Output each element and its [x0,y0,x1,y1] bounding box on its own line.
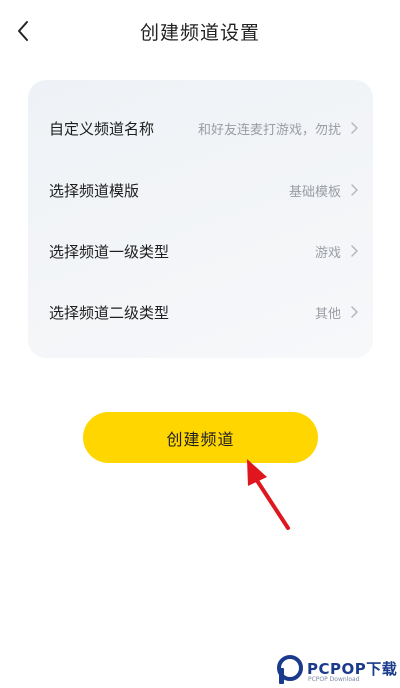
top-bar: 创建频道设置 [0,0,400,62]
row-label: 选择频道模版 [49,181,140,200]
row-secondary-type[interactable]: 选择频道二级类型 其他 [28,281,373,343]
row-value: 和好友连麦打游戏，勿扰 [197,122,341,138]
settings-card: 自定义频道名称 和好友连麦打游戏，勿扰 选择频道模版 基础模板 选择频道一级类型… [28,80,373,358]
create-channel-label: 创建频道 [166,429,235,449]
row-label: 选择频道二级类型 [49,303,170,322]
row-channel-template[interactable]: 选择频道模版 基础模板 [28,159,373,221]
red-arrow-icon [247,459,290,530]
page-title: 创建频道设置 [139,22,260,44]
row-channel-name[interactable]: 自定义频道名称 和好友连麦打游戏，勿扰 [28,97,373,159]
row-primary-type[interactable]: 选择频道一级类型 游戏 [28,220,373,282]
chevron-right-icon [351,184,358,196]
chevron-right-icon [351,122,358,134]
watermark-subtext: PCPOP Download [308,676,360,683]
watermark: PCPOP下载 PCPOP Download [274,651,400,688]
row-value: 游戏 [314,245,341,261]
row-label: 自定义频道名称 [49,119,155,138]
chevron-right-icon [351,306,358,318]
row-value: 其他 [314,306,341,322]
chevron-right-icon [351,245,358,257]
row-value: 基础模板 [288,184,341,200]
row-label: 选择频道一级类型 [49,242,170,261]
pcpop-logo-icon [277,655,303,684]
